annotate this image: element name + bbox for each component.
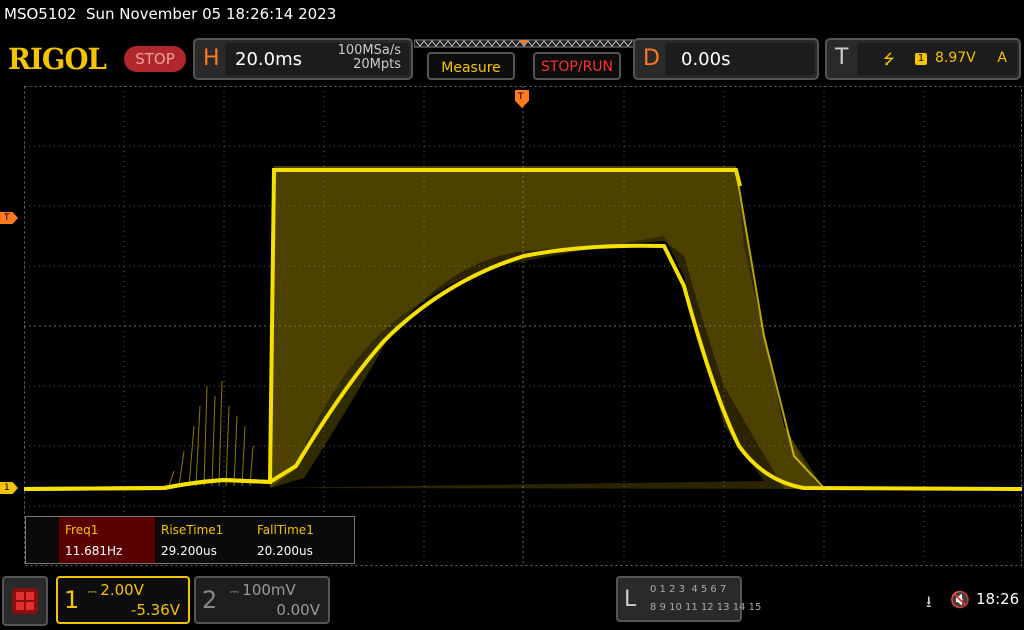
usb-icon: ⭳ — [926, 592, 932, 611]
horizontal-panel[interactable]: H 20.0ms 100MSa/s 20Mpts — [193, 38, 413, 80]
channel-1-offset: -5.36V — [130, 601, 180, 619]
acquisition-info: 100MSa/s 20Mpts — [338, 44, 401, 72]
measurement-freq[interactable]: Freq1 11.681Hz — [59, 517, 155, 563]
horizontal-readout: 20.0ms 100MSa/s 20Mpts — [225, 43, 409, 75]
delay-value: 0.00s — [681, 49, 731, 70]
rigol-logo: RIGOL — [8, 42, 107, 76]
channel-1-number: 1 — [64, 586, 80, 614]
measurement-name: FallTime1 — [257, 523, 314, 537]
logic-analyzer-panel[interactable]: L 0 1 2 3 4 5 6 7 8 9 10 11 12 13 14 15 — [616, 576, 761, 622]
trigger-level-marker[interactable]: T — [0, 212, 18, 224]
measure-button[interactable]: Measure — [427, 52, 515, 80]
trigger-position-bar — [414, 39, 634, 48]
measurement-value: 20.200us — [257, 544, 313, 558]
measurement-name: RiseTime1 — [161, 523, 224, 537]
logic-analyzer-letter: L — [624, 587, 637, 612]
status-clock: 18:26 — [976, 590, 1020, 608]
menu-grid-icon — [12, 588, 38, 614]
ch1-ground-marker[interactable]: 1 — [0, 482, 18, 494]
digital-channels-row-2: 8 9 10 11 12 13 14 15 — [650, 602, 762, 613]
speaker-muted-icon[interactable]: 🔇 — [950, 590, 970, 609]
model-datetime: MSO5102 Sun November 05 18:26:14 2023 — [4, 5, 337, 23]
trigger-mode: A — [997, 50, 1007, 66]
channel-1-panel[interactable]: 1 ⎓ 2.00V -5.36V — [56, 576, 190, 624]
trigger-level: 8.97V — [935, 50, 976, 66]
channel-1-scale: 2.00V — [100, 581, 144, 599]
measurement-value: 11.681Hz — [65, 544, 123, 558]
run-state-badge[interactable]: STOP — [124, 46, 186, 72]
measurement-table[interactable]: Freq1 11.681Hz RiseTime1 29.200us FallTi… — [25, 516, 355, 564]
trigger-readout: ⭍ 1 8.97V A — [857, 43, 1017, 75]
channel-2-panel[interactable]: 2 ⎓ 100mV 0.00V — [194, 576, 330, 624]
timebase-value: 20.0ms — [235, 49, 302, 70]
delay-letter: D — [643, 46, 660, 71]
graticule-center — [24, 86, 1022, 566]
delay-readout: 0.00s — [665, 43, 815, 75]
dc-coupling-icon: ⎓ — [230, 585, 243, 598]
sample-rate: 100MSa/s — [337, 43, 401, 58]
horizontal-letter: H — [203, 46, 220, 71]
rising-edge-icon: ⭍ — [883, 52, 895, 68]
waveform-display[interactable] — [24, 86, 1022, 566]
channel-1-scale-row: ⎓ 2.00V — [88, 581, 144, 599]
digital-channels-row-1: 0 1 2 3 4 5 6 7 — [650, 584, 727, 595]
trigger-panel[interactable]: T ⭍ 1 8.97V A — [825, 38, 1021, 80]
noise-burst — [168, 380, 254, 487]
main-menu-button[interactable] — [2, 576, 48, 626]
stop-run-button[interactable]: STOP/RUN — [533, 52, 621, 80]
delay-panel[interactable]: D 0.00s — [633, 38, 819, 80]
measurement-falltime[interactable]: FallTime1 20.200us — [251, 517, 347, 563]
channel-2-scale-row: ⎓ 100mV — [230, 581, 296, 599]
channel-2-number: 2 — [202, 586, 218, 614]
measurement-risetime[interactable]: RiseTime1 29.200us — [155, 517, 251, 563]
memory-depth: 20Mpts — [353, 57, 401, 72]
trigger-letter: T — [835, 45, 849, 70]
channel-2-scale: 100mV — [242, 581, 296, 599]
dc-coupling-icon: ⎓ — [88, 585, 101, 598]
channel-2-offset: 0.00V — [276, 601, 320, 619]
trigger-source-badge: 1 — [915, 53, 927, 65]
measurement-name: Freq1 — [65, 523, 99, 537]
measurement-value: 29.200us — [161, 544, 217, 558]
